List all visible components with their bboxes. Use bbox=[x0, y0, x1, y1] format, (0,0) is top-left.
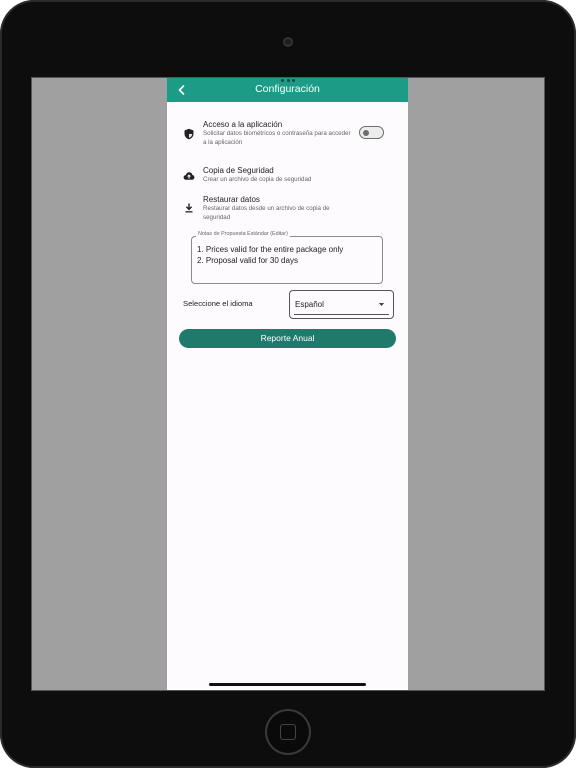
setting-subtitle: Restaurar datos desde un archivo de copi… bbox=[203, 205, 330, 221]
cloud-upload-icon bbox=[183, 172, 195, 180]
screen: Configuración Acceso a la aplicación Sol… bbox=[32, 78, 544, 690]
app-access-toggle[interactable] bbox=[359, 126, 384, 139]
tablet-frame: Configuración Acceso a la aplicación Sol… bbox=[0, 0, 576, 768]
shield-icon bbox=[184, 128, 194, 140]
chevron-left-icon[interactable] bbox=[175, 83, 189, 97]
page-title: Configuración bbox=[255, 83, 320, 95]
toggle-knob bbox=[363, 129, 369, 136]
multitask-dots-icon[interactable] bbox=[281, 79, 295, 82]
select-underline bbox=[294, 314, 389, 315]
caret-down-icon bbox=[378, 303, 385, 306]
setting-title: Restaurar datos bbox=[203, 195, 260, 204]
notes-label: Notas de Propuesta Estándar (Editar) bbox=[196, 231, 290, 237]
download-icon bbox=[185, 203, 193, 213]
home-button[interactable] bbox=[265, 709, 311, 755]
language-selected-value: Español bbox=[295, 300, 324, 309]
setting-title: Acceso a la aplicación bbox=[203, 120, 283, 129]
setting-subtitle: Crear un archivo de copia de seguridad bbox=[203, 176, 312, 183]
front-camera bbox=[283, 37, 293, 47]
setting-title: Copia de Seguridad bbox=[203, 166, 274, 175]
app-window: Configuración Acceso a la aplicación Sol… bbox=[167, 78, 408, 690]
home-indicator[interactable] bbox=[209, 683, 366, 686]
setting-subtitle: Solicitar datos biométricos o contraseña… bbox=[203, 130, 351, 146]
annual-report-button[interactable]: Reporte Anual bbox=[179, 329, 396, 348]
language-select[interactable]: Español bbox=[289, 290, 394, 319]
language-label: Seleccione el idioma bbox=[183, 299, 253, 308]
app-header: Configuración bbox=[167, 78, 408, 102]
notes-value[interactable]: 1. Prices valid for the entire package o… bbox=[197, 244, 377, 266]
